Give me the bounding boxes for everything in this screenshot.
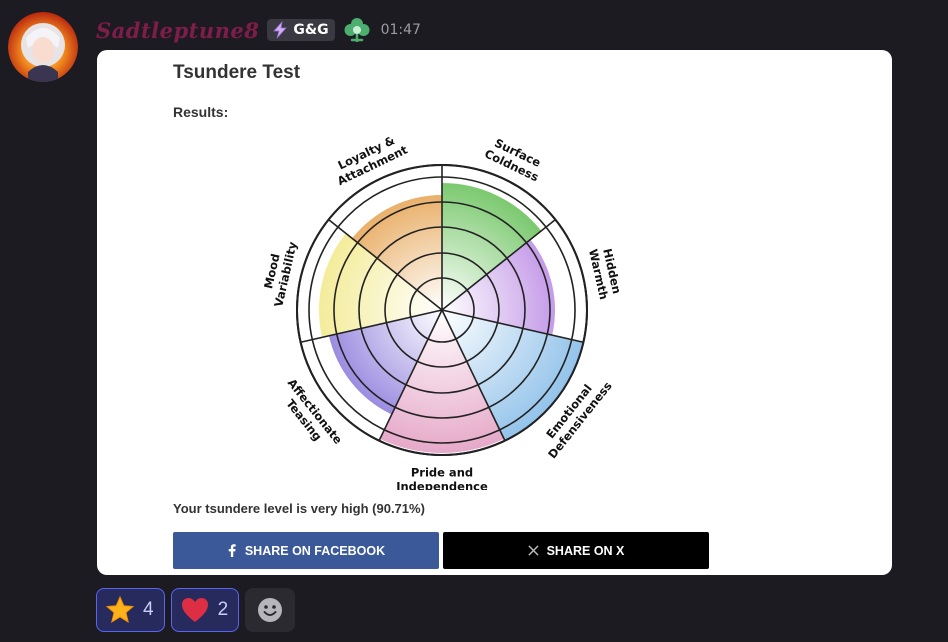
test-title: Tsundere Test [173,62,301,83]
share-x-label: SHARE ON X [546,543,625,558]
x-logo-icon [527,545,539,556]
star-icon [105,595,135,624]
share-facebook-label: SHARE ON FACEBOOK [244,543,386,558]
category-label-3-1: Independence [396,480,488,491]
results-radial-chart: SurfaceColdnessHiddenWarmthEmotionalDefe… [261,133,624,491]
avatar-image [8,12,78,82]
reaction-heart-count: 2 [217,599,229,620]
category-label-3-0: Pride and [411,466,473,480]
heart-icon [181,598,208,622]
reaction-heart[interactable]: 2 [170,588,240,632]
message-timestamp: 01:47 [380,22,421,38]
guild-tag-label: G&G [293,22,329,38]
reaction-star-count: 4 [143,599,154,620]
username[interactable]: Sadtleptune8 [96,18,259,43]
share-x-button[interactable]: SHARE ON X [443,532,709,569]
embed-card: Tsundere Test Results: Surface Coldness Hi… [97,50,892,575]
reaction-bar: 4 2 [96,588,296,632]
reaction-star[interactable]: 4 [96,588,165,632]
share-facebook-button[interactable]: SHARE ON FACEBOOK [173,532,439,569]
guild-tag[interactable]: G&G [267,19,335,41]
results-label: Results: [173,104,229,120]
smiley-icon [258,598,283,622]
message-header: Sadtleptune8 G&G 01:47 [96,14,421,46]
add-reaction-button[interactable] [245,588,296,632]
user-avatar[interactable] [8,12,78,82]
facebook-icon [228,544,236,557]
lightning-icon [273,21,288,39]
tsundere-level-text: Your tsundere level is very high (90.71%… [173,501,425,516]
clover-badge-icon[interactable] [343,16,371,44]
